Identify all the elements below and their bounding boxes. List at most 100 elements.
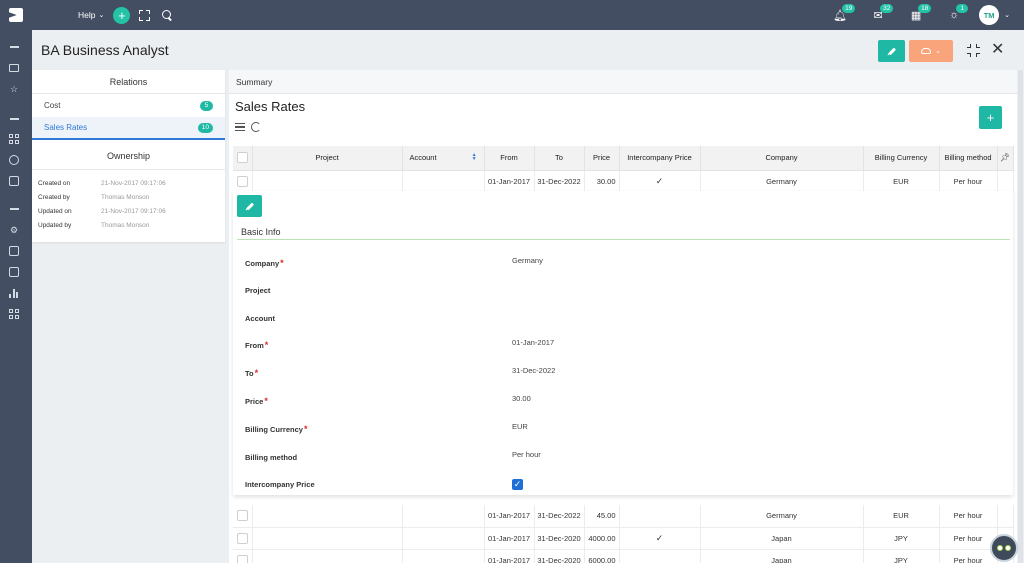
- refresh-icon[interactable]: [251, 122, 261, 132]
- checkbox-icon[interactable]: [8, 175, 20, 187]
- column-header-billing-method[interactable]: Billing method: [939, 146, 998, 171]
- column-header-price[interactable]: Price: [584, 146, 620, 171]
- field-value[interactable]: Germany: [512, 256, 543, 265]
- cloud-upload-icon: [921, 48, 932, 54]
- calendar-button[interactable]: ▦ 18: [897, 0, 935, 30]
- messages-button[interactable]: ✉︎ 32: [859, 0, 897, 30]
- quick-add-button[interactable]: +: [113, 6, 131, 24]
- select-all-cell[interactable]: [233, 146, 253, 171]
- field-value[interactable]: Per hour: [512, 450, 541, 459]
- required-marker: *: [280, 258, 284, 268]
- updates-button[interactable]: ☼ 1: [935, 0, 973, 30]
- folder-icon[interactable]: [8, 62, 20, 74]
- cell-price: 6000.00: [584, 549, 620, 563]
- chevron-down-icon: ⌄: [935, 48, 941, 55]
- required-marker: *: [264, 340, 269, 350]
- cell-project: [252, 170, 403, 193]
- cell-project: [252, 549, 403, 563]
- cell-method: Per hour: [939, 549, 998, 563]
- ownership-value: 21-Nov-2017 09:17:06: [101, 207, 166, 215]
- add-rate-button[interactable]: +: [979, 106, 1002, 129]
- relation-label: Sales Rates: [44, 123, 88, 132]
- table-row[interactable]: 01-Jan-2017 31-Dec-2020 4000.00 ✓ Japan …: [233, 527, 1014, 550]
- menu-icon[interactable]: [52, 10, 66, 20]
- row-checkbox[interactable]: [236, 554, 248, 563]
- edit-row-button[interactable]: [237, 195, 262, 217]
- ownership-row: Created on 21-Nov-2017 09:17:06: [32, 176, 225, 190]
- package-icon[interactable]: [8, 245, 20, 257]
- dashboard-icon[interactable]: [8, 308, 20, 320]
- edit-button[interactable]: [878, 40, 905, 62]
- row-checkbox[interactable]: [236, 175, 248, 187]
- field-value[interactable]: EUR: [512, 422, 528, 431]
- settings-icon[interactable]: ⚙: [8, 224, 20, 236]
- select-all-checkbox[interactable]: [236, 152, 248, 164]
- field-value[interactable]: 31-Dec-2022: [512, 366, 555, 375]
- user-avatar[interactable]: TM: [979, 5, 1000, 25]
- column-header-company[interactable]: Company: [700, 146, 864, 171]
- relation-item-cost[interactable]: Cost 5: [32, 94, 225, 117]
- assistant-owl-icon[interactable]: [990, 534, 1018, 562]
- table-row[interactable]: 01-Jan-2017 31-Dec-2022 45.00 Germany EU…: [233, 505, 1014, 528]
- field-value[interactable]: 30.00: [512, 394, 531, 403]
- cell-price: 4000.00: [584, 527, 620, 550]
- apps-grid-icon[interactable]: [8, 133, 20, 145]
- cell-company: Japan: [700, 527, 864, 550]
- field-value[interactable]: 01-Jan-2017: [512, 338, 554, 347]
- chevron-down-icon[interactable]: ⌄: [1004, 11, 1010, 19]
- table-row[interactable]: 01-Jan-2017 31-Dec-2020 6000.00 Japan JP…: [233, 549, 1014, 563]
- ownership-key: Created by: [38, 193, 70, 201]
- row-checkbox[interactable]: [236, 510, 248, 522]
- fullscreen-icon[interactable]: [139, 9, 151, 21]
- collapse-icon[interactable]: [8, 118, 20, 120]
- ownership-row: Updated on 21-Nov-2017 09:17:06: [32, 204, 225, 218]
- close-icon[interactable]: ✕: [991, 42, 1004, 58]
- save-dropdown-button[interactable]: ⌄: [909, 40, 953, 62]
- search-icon[interactable]: [162, 10, 172, 20]
- help-menu[interactable]: Help ⌄: [78, 10, 104, 20]
- column-header-project[interactable]: Project: [252, 146, 403, 171]
- chevron-down-icon: ⌄: [98, 12, 105, 19]
- building-icon[interactable]: [8, 266, 20, 278]
- relation-count-badge: 10: [197, 122, 213, 133]
- notifications-button[interactable]: 🔔︎ 19: [821, 0, 859, 30]
- pin-icon[interactable]: 📌︎: [1000, 153, 1010, 162]
- intercompany-checkbox[interactable]: ✓: [512, 478, 523, 490]
- sales-rates-table: Project Account ▲ ▼ From To Price Intercom…: [233, 146, 1014, 193]
- cell-company: Japan: [700, 549, 864, 563]
- bar-chart-icon[interactable]: [8, 287, 20, 299]
- relation-item-sales-rates[interactable]: Sales Rates 10: [32, 117, 225, 140]
- tab-summary[interactable]: Summary: [229, 70, 1017, 94]
- cell-from: 01-Jan-2017: [484, 549, 535, 563]
- app-logo[interactable]: [0, 0, 32, 30]
- row-checkbox[interactable]: [236, 532, 248, 544]
- ownership-row: Created by Thomas Monson: [32, 190, 225, 204]
- column-header-billing-currency[interactable]: Billing Currency: [863, 146, 940, 171]
- cell-currency: JPY: [863, 549, 940, 563]
- messages-badge: 32: [880, 4, 894, 13]
- pin-column-cell[interactable]: 📌︎: [997, 146, 1014, 171]
- main-content: Summary Sales Rates + Project Account ▲ ▼ …: [229, 70, 1017, 563]
- help-label: Help: [78, 10, 96, 20]
- page-scrollbar[interactable]: [1018, 70, 1023, 563]
- pencil-icon: [245, 202, 254, 210]
- column-header-intercompany-price[interactable]: Intercompany Price: [619, 146, 701, 171]
- field-label: Account: [245, 313, 275, 323]
- table-row[interactable]: 01-Jan-2017 31-Dec-2022 30.00 ✓ Germany …: [233, 170, 1014, 193]
- left-nav: ☆ ⚙: [0, 30, 32, 563]
- collapse-icon[interactable]: [8, 208, 20, 210]
- field-account: Account: [245, 311, 1005, 325]
- column-header-account[interactable]: Account ▲ ▼: [402, 146, 485, 171]
- column-header-from[interactable]: From: [484, 146, 535, 171]
- compress-icon[interactable]: [967, 44, 980, 57]
- add-circle-icon[interactable]: [8, 154, 20, 166]
- column-header-to[interactable]: To: [534, 146, 585, 171]
- field-project: Project: [245, 283, 1005, 297]
- star-icon[interactable]: ☆: [8, 83, 20, 95]
- field-label: Price: [245, 397, 264, 406]
- collapse-icon[interactable]: [8, 46, 20, 48]
- sort-icon[interactable]: ▲ ▼: [472, 153, 477, 162]
- cell-account: [402, 505, 485, 528]
- list-view-icon[interactable]: [235, 123, 245, 131]
- cell-to: 31-Dec-2022: [534, 170, 585, 193]
